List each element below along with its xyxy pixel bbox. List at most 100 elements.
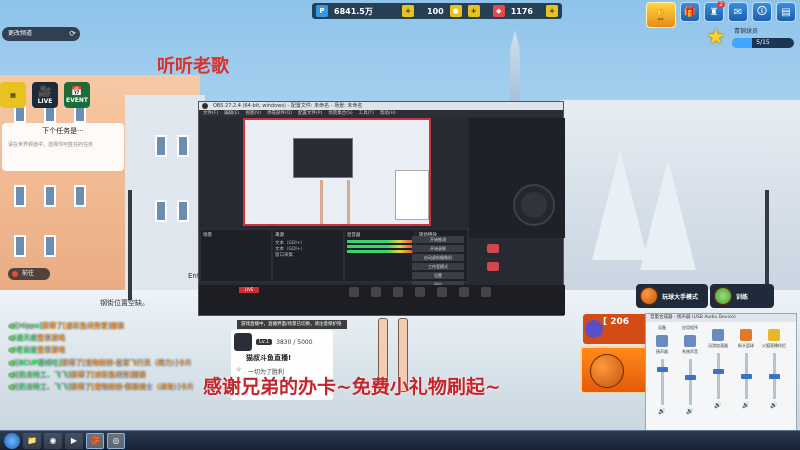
- start-recording-button[interactable]: 开始录制: [412, 245, 464, 252]
- source-item[interactable]: 文本（GDI+）: [275, 246, 341, 252]
- mute-icon[interactable]: 🔊: [686, 408, 693, 415]
- folder-icon[interactable]: 📁: [23, 432, 41, 449]
- obs-menu-docks[interactable]: 停靠部件(D): [267, 110, 292, 117]
- mode-button-hands[interactable]: 玩球大手模式: [636, 284, 708, 308]
- obs-side-red-button[interactable]: [487, 262, 499, 271]
- media-icon[interactable]: ▶: [65, 432, 83, 449]
- basketball-icon: [640, 287, 658, 305]
- chat-text: 获得了[速彩急闭劳爱]服装: [41, 322, 125, 330]
- source-item[interactable]: 窗口采集: [275, 252, 341, 258]
- obs-menu-scenes[interactable]: 场景集合(S): [328, 110, 352, 117]
- chat-line: ◀)通天痕登录游戏: [8, 332, 208, 344]
- go-button[interactable]: 前往: [8, 268, 50, 280]
- volume-slider[interactable]: [740, 353, 752, 399]
- gift-icon[interactable]: 🎁: [680, 2, 700, 22]
- rank-panel[interactable]: ★ 青铜球员 5/15: [706, 26, 796, 50]
- toolbar-icon[interactable]: [481, 287, 491, 297]
- browser-icon[interactable]: ◉: [44, 432, 62, 449]
- obs-menu-view[interactable]: 视图(V): [245, 110, 261, 117]
- accelerator-app-icon: [712, 329, 724, 341]
- toolbar-icon[interactable]: [349, 287, 359, 297]
- avatar: [234, 333, 252, 351]
- toolbar-icon[interactable]: [393, 287, 403, 297]
- obs-icon[interactable]: ◎: [107, 432, 125, 449]
- obs-menu-profile[interactable]: 配置文件(P): [298, 110, 322, 117]
- mixer-column: 火狐直播伴侣 🔊: [761, 325, 787, 415]
- window-decor: [177, 135, 189, 157]
- toolbar-icon[interactable]: [415, 287, 425, 297]
- toolbar-icon[interactable]: [459, 287, 469, 297]
- speaker-icon: ◀): [8, 358, 17, 367]
- mixer-title[interactable]: 音量合成器 - 扬声器 (USB Audio Device): [646, 314, 796, 322]
- mute-icon[interactable]: 🔊: [714, 402, 721, 409]
- mixer-channel-name: 火狐直播伴侣: [762, 343, 786, 348]
- event-icon[interactable]: 📅 EVENT: [64, 82, 90, 108]
- mixer-header: 混音器: [346, 233, 361, 238]
- chat-text: 登录游戏: [37, 334, 66, 343]
- record-inner: [521, 192, 547, 218]
- start-match-button[interactable]: [580, 346, 650, 394]
- volume-slider-thumb[interactable]: [684, 375, 696, 381]
- plus-icon[interactable]: +: [546, 5, 559, 17]
- mixer-level-bar[interactable]: [346, 250, 413, 253]
- obs-menu-help[interactable]: 帮助(H): [380, 110, 396, 117]
- game-icon[interactable]: 🏀: [86, 432, 104, 449]
- mute-icon[interactable]: 🔊: [742, 402, 749, 409]
- mute-icon[interactable]: 🔊: [658, 408, 665, 415]
- obs-record-button[interactable]: [513, 184, 555, 226]
- mixer-level-bar[interactable]: [346, 245, 413, 248]
- mixer-channel-name: 迅游加速器: [708, 343, 728, 348]
- volume-slider-thumb[interactable]: [712, 369, 724, 375]
- obs-menu-file[interactable]: 文件(F): [203, 110, 218, 117]
- mode-button-training[interactable]: 训练: [710, 284, 774, 308]
- sources-dock[interactable]: 来源 文本（GDI+） 文本（GDI+） 窗口采集: [272, 230, 343, 281]
- live-icon[interactable]: 🎥 LIVE: [32, 82, 58, 108]
- settings-button[interactable]: 设置: [412, 272, 464, 279]
- volume-slider[interactable]: [656, 359, 668, 405]
- trophy-icon[interactable]: 🏆: [646, 2, 676, 28]
- volume-slider[interactable]: [712, 353, 724, 399]
- score-panel: [ 206: [583, 314, 648, 344]
- obs-menu-edit[interactable]: 编辑(E): [224, 110, 239, 117]
- start-button[interactable]: [4, 432, 20, 449]
- privacy-notice: 游戏直播中，直播界面/场景已切换，请注意保护隐私！: [237, 320, 347, 336]
- volume-slider-thumb[interactable]: [740, 373, 752, 379]
- score-value: 206: [610, 317, 630, 327]
- mixer-channel-name: 系统声音: [682, 349, 698, 354]
- settings-icon[interactable]: ▤: [776, 2, 796, 22]
- obs-window[interactable]: OBS 27.2.4 (64-bit, windows) - 配置文件: 未命名…: [198, 101, 565, 316]
- scenes-dock[interactable]: 场景: [201, 230, 271, 281]
- volume-slider-thumb[interactable]: [768, 373, 780, 379]
- toolbar-icon[interactable]: [437, 287, 447, 297]
- volume-slider[interactable]: [768, 353, 780, 399]
- mixer-dock[interactable]: 混音器: [344, 230, 415, 281]
- studio-mode-button[interactable]: 工作室模式: [412, 263, 464, 270]
- obs-side-red-button[interactable]: [487, 244, 499, 253]
- obs-title-bar[interactable]: OBS 27.2.4 (64-bit, windows) - 配置文件: 未命名…: [199, 102, 563, 110]
- next-task-card[interactable]: 下个任务是··· 请在世界频道中，选择你可胜任的任务: [2, 123, 124, 171]
- start-streaming-button[interactable]: 开始推流: [412, 236, 464, 243]
- snow-tree: [640, 160, 696, 270]
- obs-preview-canvas[interactable]: [243, 118, 431, 226]
- mute-icon[interactable]: 🔊: [770, 402, 777, 409]
- mixer-column: 应用程序 系统声音 🔊: [677, 325, 703, 415]
- volume-slider-thumb[interactable]: [656, 367, 668, 373]
- mail-icon[interactable]: ✉: [728, 2, 748, 22]
- volume-slider[interactable]: [684, 359, 696, 405]
- speaker-icon: ◀): [8, 346, 17, 355]
- plus-icon[interactable]: +: [402, 5, 414, 17]
- mixer-level-bar[interactable]: [346, 240, 413, 243]
- plus-icon[interactable]: +: [467, 5, 480, 17]
- source-item[interactable]: 文本（GDI+）: [275, 240, 341, 246]
- preview-character: [320, 180, 350, 224]
- obs-side-panel: [469, 118, 565, 238]
- toolbar-icon[interactable]: [371, 287, 381, 297]
- notice-icon[interactable]: 🛈: [752, 2, 772, 22]
- menu-icon[interactable]: ♜ 2: [704, 1, 725, 22]
- virtual-camera-button[interactable]: 启动虚拟摄像机: [412, 254, 464, 261]
- obs-menu-tools[interactable]: 工具(T): [359, 110, 374, 117]
- basketball-icon: [590, 354, 624, 388]
- calendar-icon[interactable]: ▦: [0, 82, 26, 108]
- change-channel-button[interactable]: 更改频道 ⟳: [2, 27, 80, 41]
- volume-mixer-window[interactable]: 音量合成器 - 扬声器 (USB Audio Device) 设备 扬声器 🔊 …: [645, 313, 797, 431]
